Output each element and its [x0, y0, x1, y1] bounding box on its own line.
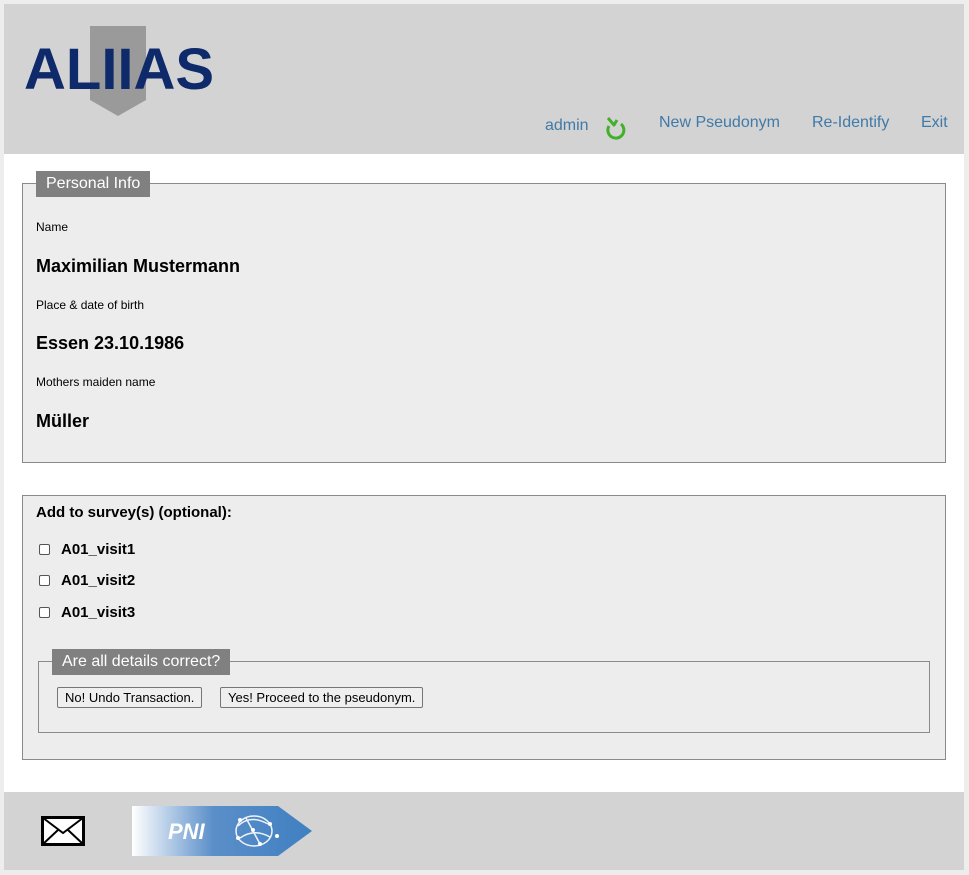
survey-option-label[interactable]: A01_visit3 [61, 604, 135, 621]
page-frame: ALIIAS admin New Pseudonym Re-Identify E… [4, 4, 964, 870]
confirm-legend: Are all details correct? [52, 649, 231, 675]
name-value: Maximilian Mustermann [36, 256, 241, 276]
logo-text: ALIIAS [24, 37, 214, 102]
pni-logo: PNI [132, 806, 312, 856]
survey-title: Add to survey(s) (optional): [36, 504, 232, 521]
proceed-button[interactable]: Yes! Proceed to the pseudonym. [220, 687, 424, 708]
nav-new-pseudonym[interactable]: New Pseudonym [659, 114, 780, 132]
undo-transaction-button[interactable]: No! Undo Transaction. [57, 687, 203, 708]
maiden-name-value: Müller [36, 411, 90, 431]
survey-option[interactable]: A01_visit1 [39, 539, 135, 559]
birth-label: Place & date of birth [36, 298, 145, 312]
user-name[interactable]: admin [545, 117, 589, 135]
mail-icon[interactable] [41, 816, 85, 846]
birth-value: Essen 23.10.1986 [36, 333, 185, 353]
survey-fieldset: Add to survey(s) (optional): A01_visit1 … [22, 495, 946, 760]
maiden-name-label: Mothers maiden name [36, 375, 156, 389]
survey-option[interactable]: A01_visit3 [39, 602, 135, 622]
refresh-user-icon[interactable] [604, 116, 626, 140]
footer: PNI [4, 792, 964, 870]
survey-option[interactable]: A01_visit2 [39, 570, 135, 590]
personal-info-fieldset: Personal Info Name Maximilian Mustermann… [22, 171, 946, 463]
survey-checkbox[interactable] [39, 574, 50, 586]
survey-option-label[interactable]: A01_visit1 [61, 541, 135, 558]
survey-checkbox[interactable] [39, 543, 50, 555]
nav-re-identify[interactable]: Re-Identify [812, 114, 889, 132]
nav-exit[interactable]: Exit [921, 114, 948, 132]
name-label: Name [36, 220, 69, 234]
aliias-logo: ALIIAS [24, 26, 214, 116]
survey-checkbox[interactable] [39, 606, 50, 618]
pni-logo-text: PNI [168, 819, 206, 844]
survey-option-label[interactable]: A01_visit2 [61, 572, 135, 589]
confirm-fieldset: Are all details correct? No! Undo Transa… [38, 649, 930, 733]
header: ALIIAS admin New Pseudonym Re-Identify E… [4, 4, 964, 154]
personal-info-legend: Personal Info [36, 171, 151, 197]
